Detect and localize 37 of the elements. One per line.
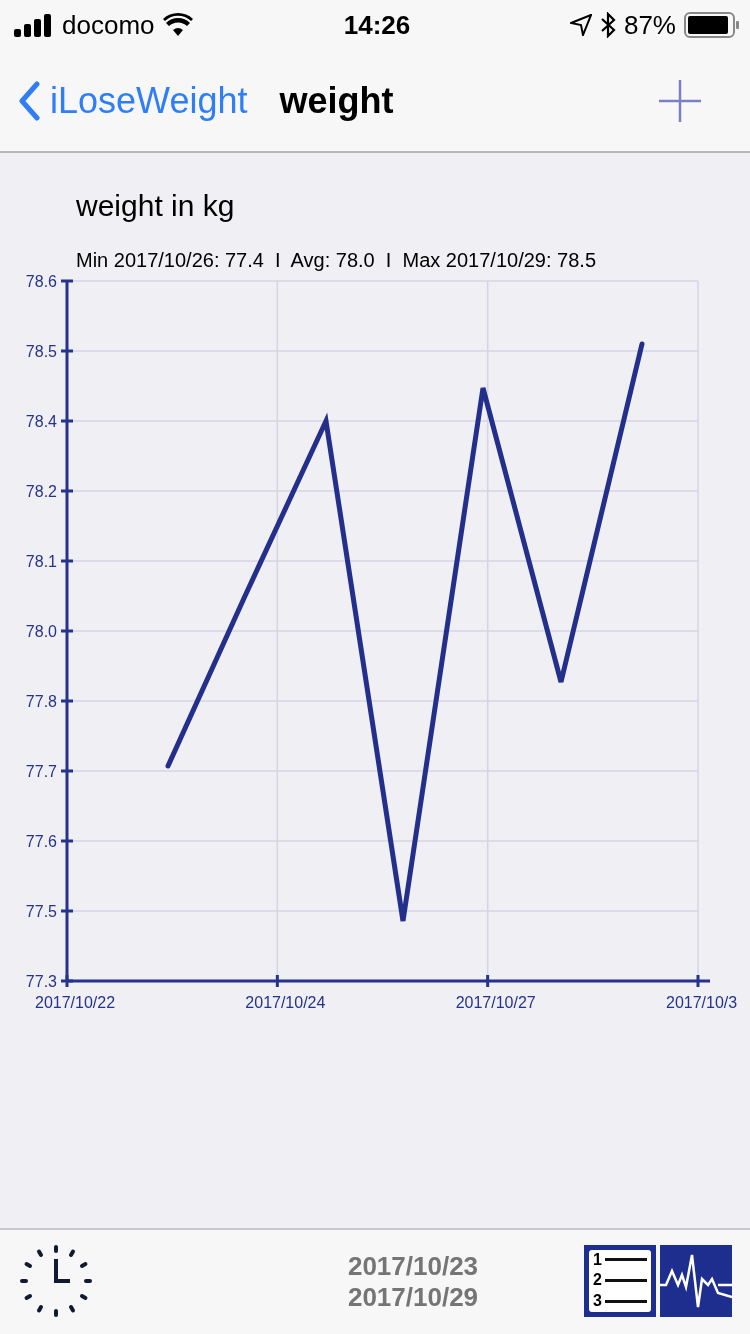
chart-title: weight in kg: [76, 189, 236, 223]
battery-icon: [684, 12, 740, 38]
y-tick-label: 78.6: [25, 273, 57, 290]
y-tick-label: 78.1: [25, 553, 57, 570]
battery-percent: 87%: [623, 9, 676, 41]
carrier-name: docomo: [62, 9, 155, 41]
back-button[interactable]: iLoseWeight: [18, 79, 248, 122]
y-tick-label: 78.5: [25, 343, 57, 360]
y-tick-label: 78.0: [25, 623, 57, 640]
clock-time: 14:26: [343, 9, 411, 41]
y-tick-label: 78.2: [25, 483, 57, 500]
signal-icon: [14, 13, 54, 37]
y-tick-label: 78.4: [25, 413, 57, 430]
y-tick-label: 77.8: [25, 693, 57, 710]
x-tick-label: 2017/10/22: [35, 994, 116, 1011]
end-date: 2017/10/29: [347, 1282, 479, 1313]
x-tick-label: 2017/10/24: [245, 994, 326, 1011]
screen-title: weight: [279, 79, 395, 122]
y-tick-label: 77.7: [25, 763, 57, 780]
waveform-icon: [660, 1244, 732, 1317]
chart-summary: Min 2017/10/26: 77.4 I Avg: 78.0 I Max 2017/10/29: 78.5: [76, 249, 597, 272]
chevron-left-icon: [18, 80, 40, 121]
add-button[interactable]: [658, 78, 702, 123]
y-tick-label: 77.6: [25, 833, 57, 850]
x-tick-label: 2017/10/27: [455, 994, 536, 1011]
y-tick-label: 77.5: [25, 903, 57, 920]
history-button[interactable]: [20, 1244, 92, 1320]
wifi-icon: [162, 13, 193, 37]
bluetooth-icon: [599, 12, 616, 38]
chart-button[interactable]: [660, 1244, 732, 1320]
x-tick-label: 2017/10/3: [666, 994, 738, 1011]
plus-icon: [658, 78, 702, 123]
y-tick-label: 77.3: [25, 973, 57, 990]
clock-icon: [20, 1244, 92, 1317]
location-arrow-icon: [569, 14, 592, 36]
start-date: 2017/10/23: [347, 1251, 479, 1282]
list-button[interactable]: 1 2 3: [584, 1244, 656, 1317]
